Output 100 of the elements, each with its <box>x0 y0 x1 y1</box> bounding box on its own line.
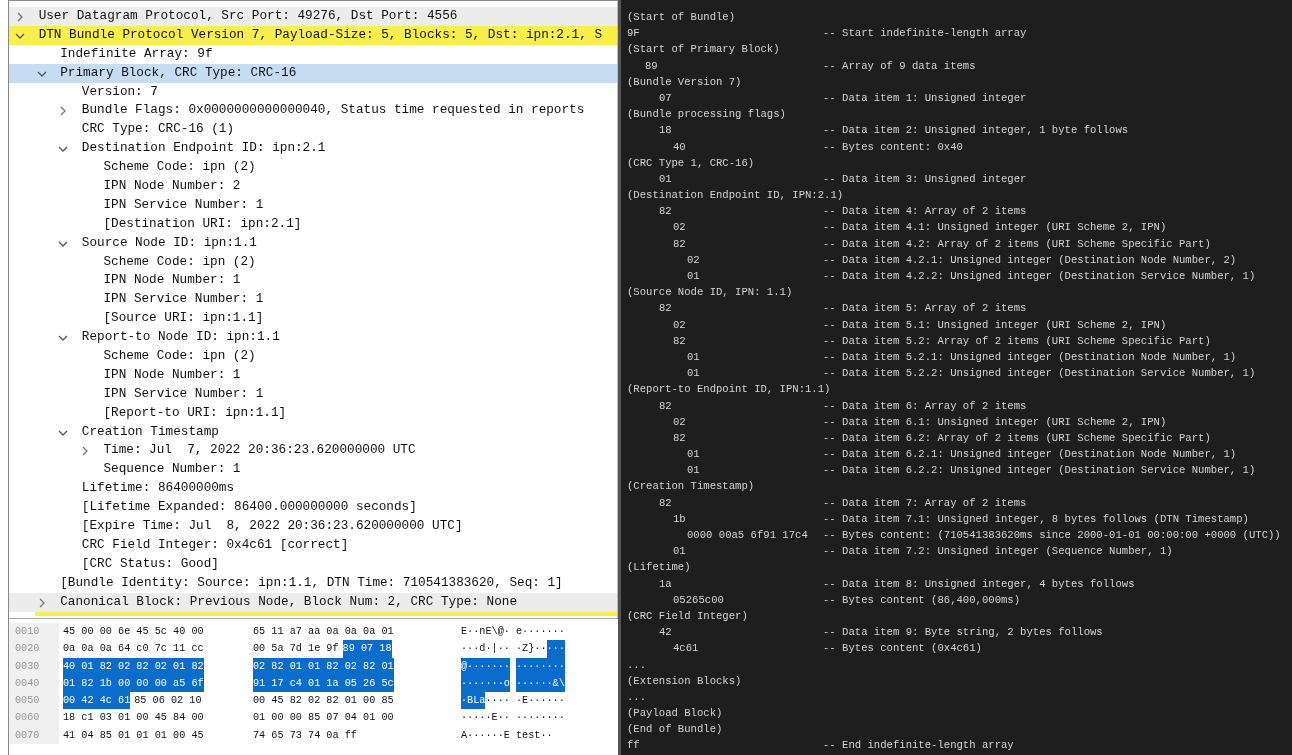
hex-code: 89 <box>645 59 658 72</box>
tree-item-text: CRC Field Integer: 0x4c61 [correct] <box>81 536 349 552</box>
tree-item-text: DTN Bundle Protocol Version 7, Payload-Size: 5, Blocks: 5, Dst: ipn:2.1, S <box>38 26 603 42</box>
tree-row[interactable]: Primary Block, CRC Type: CRC-16 <box>9 63 617 83</box>
hex-code: ff <box>627 739 640 752</box>
tree-row[interactable]: Indefinite Array: 9f <box>9 44 617 64</box>
hex-code: 82 <box>673 334 686 347</box>
tree-item-text: Canonical Block: Previous Node, Block Num: 2, CRC Type: None <box>60 593 518 609</box>
section-heading: ... <box>627 657 647 673</box>
code-comment: -- Data item 4.1: Unsigned integer (URI Scheme 2, IPN) <box>823 220 1167 236</box>
hex-code: 82 <box>659 205 672 218</box>
code-comment: -- Data item 4.2.1: Unsigned integer (Destination Node Number, 2) <box>823 252 1237 268</box>
code-comment: -- Data item 6.1: Unsigned integer (URI Scheme 2, IPN) <box>823 414 1167 430</box>
hex-code: 01 <box>687 448 700 461</box>
code-comment: -- Data item 9: Byte string, 2 bytes follows <box>823 625 1103 641</box>
hex-code: 9F <box>627 27 640 40</box>
tree-row[interactable]: Report-to Node ID: ipn:1.1 <box>9 328 617 348</box>
tree-item-text: User Datagram Protocol, Src Port: 49276, Dst Port: 4556 <box>38 8 458 23</box>
hex-code: 02 <box>673 221 686 234</box>
tree-item-text: IPN Service Number: 1 <box>103 196 264 212</box>
tree-row[interactable]: Sequence Number: 1 <box>9 460 617 480</box>
code-comment: -- Data item 3: Unsigned integer <box>823 171 1027 187</box>
tree-item-text: Sequence Number: 1 <box>103 461 241 477</box>
section-heading: (Extension Blocks) <box>627 673 742 689</box>
hex-code: 4c61 <box>673 642 699 655</box>
section-heading: (Creation Timestamp) <box>627 479 755 495</box>
code-comment: -- Data item 8: Unsigned integer, 4 bytes follows <box>823 576 1135 592</box>
tree-row[interactable]: IPN Node Number: 1 <box>9 271 617 291</box>
ascii-text: A······E <box>461 728 510 743</box>
tree-row[interactable]: IPN Service Number: 1 <box>9 384 617 404</box>
section-heading: (Bundle processing flags) <box>627 107 786 123</box>
hex-code: 40 <box>673 140 686 153</box>
hex-code: 01 <box>659 172 672 185</box>
tree-row[interactable]: [Report-to URI: ipn:1.1] <box>9 403 617 423</box>
hex-code: 18 <box>659 124 672 137</box>
hex-bytes: 00 5a 7d 1e 9f <box>253 642 339 657</box>
section-heading: (Destination Endpoint ID, IPN:2.1) <box>627 188 844 204</box>
byte-offset: 0060 <box>9 709 59 727</box>
code-comment: -- Data item 7.1: Unsigned integer, 8 bytes follows (DTN Timestamp) <box>823 511 1249 527</box>
tree-row[interactable]: Scheme Code: ipn (2) <box>9 158 617 177</box>
code-comment: -- Data item 7.2: Unsigned integer (Sequence Number, 1) <box>823 544 1173 560</box>
code-comment: -- Start indefinite-length array <box>823 26 1027 42</box>
ascii-text: ··· <box>546 640 565 658</box>
tree-item-text: Time: Jul 7, 2022 20:36:23.620000000 UTC <box>103 442 416 458</box>
tree-row[interactable]: IPN Node Number: 2 <box>9 177 617 196</box>
tree-row[interactable]: Canonical Block: Previous Node, Block Num: 2, CRC Type: None <box>9 592 617 612</box>
hex-code: 02 <box>673 415 686 428</box>
tree-item-text: Destination Endpoint ID: ipn:2.1 <box>81 140 326 156</box>
tree-item-text: Report-to Node ID: ipn:1.1 <box>81 329 280 345</box>
tree-item-text: Bundle Flags: 0x0000000000000040, Status time requested in reports <box>81 102 585 118</box>
tree-row[interactable]: [Source URI: ipn:1.1] <box>9 309 617 329</box>
tree-item-text: Scheme Code: ipn (2) <box>103 159 256 175</box>
tree-row[interactable]: [CRC Status: Good] <box>9 554 617 574</box>
tree-row[interactable]: IPN Service Number: 1 <box>9 195 617 215</box>
chevron-right-icon[interactable] <box>15 12 25 22</box>
tree-row[interactable]: Destination Endpoint ID: ipn:2.1 <box>9 139 617 159</box>
tree-row[interactable]: [Destination URI: ipn:2.1] <box>9 214 617 234</box>
hex-bytes: 45 00 00 6e 45 5c 40 00 <box>63 625 204 639</box>
tree-row[interactable]: IPN Service Number: 1 <box>9 290 617 310</box>
tree-row[interactable]: Version: 7 <box>9 82 617 102</box>
ascii-text: E··nE\@· <box>461 625 510 639</box>
tree-row[interactable]: Scheme Code: ipn (2) <box>9 252 617 272</box>
section-heading: (Bundle Version 7) <box>627 74 742 90</box>
code-comment: -- Array of 9 data items <box>823 58 976 74</box>
tree-row[interactable]: Bundle Flags: 0x0000000000000040, Status time requested in reports <box>9 101 617 121</box>
ascii-text: ·····E·· <box>461 711 510 726</box>
hex-bytes: 18 c1 03 01 00 45 84 00 <box>63 711 204 726</box>
hex-code: 82 <box>673 431 686 444</box>
tree-item-text: CRC Type: CRC-16 (1) <box>81 121 235 137</box>
ascii-text: @······· <box>461 657 510 675</box>
tree-item-text: Source Node ID: ipn:1.1 <box>81 234 257 250</box>
tree-row[interactable]: Source Node ID: ipn:1.1 <box>9 233 617 253</box>
tree-row[interactable]: Scheme Code: ipn (2) <box>9 347 617 366</box>
hex-code: 42 <box>659 626 672 639</box>
tree-row[interactable]: Lifetime: 86400000ms <box>9 479 617 499</box>
ascii-text: ···· <box>485 694 510 709</box>
tree-row[interactable]: CRC Field Integer: 0x4c61 [correct] <box>9 535 617 555</box>
tree-row[interactable]: Creation Timestamp <box>9 422 617 442</box>
hex-bytes: 41 04 85 01 01 01 00 45 <box>63 728 204 743</box>
hex-code: 82 <box>659 302 672 315</box>
tree-row[interactable]: CRC Type: CRC-16 (1) <box>9 120 617 140</box>
tree-row[interactable]: Time: Jul 7, 2022 20:36:23.620000000 UTC <box>9 441 617 461</box>
byte-offset: 0020 <box>9 640 59 658</box>
hex-bytes: 02 82 01 01 82 02 82 01 <box>253 657 394 675</box>
section-heading: (Source Node ID, IPN: 1.1) <box>627 285 793 301</box>
code-comment: -- Data item 5.2.1: Unsigned integer (Destination Node Number, 1) <box>823 349 1237 365</box>
code-comment: -- Data item 5.2: Array of 2 items (URI Scheme Specific Part) <box>823 333 1211 349</box>
section-heading: ... <box>627 689 647 705</box>
tree-row[interactable]: [Expire Time: Jul 8, 2022 20:36:23.620000000 UTC] <box>9 517 617 536</box>
hex-code: 01 <box>673 545 686 558</box>
hex-bytes: 01 00 00 85 07 04 01 00 <box>253 711 394 726</box>
tree-item-text: Scheme Code: ipn (2) <box>103 348 256 364</box>
tree-row[interactable]: [Bundle Identity: Source: ipn:1.1, DTN Time: 710541383620, Seq: 1] <box>9 573 617 593</box>
hex-bytes: 85 06 02 10 <box>134 694 202 709</box>
tree-row[interactable]: IPN Node Number: 1 <box>9 365 617 385</box>
tree-row[interactable]: [Lifetime Expanded: 86400.000000000 seconds] <box>9 498 617 518</box>
ascii-text: ········ <box>515 657 565 675</box>
hex-bytes: 40 01 82 02 82 02 01 82 <box>63 657 204 675</box>
hex-bytes: 00 42 4c 61 <box>63 692 131 710</box>
tree-row[interactable]: User Datagram Protocol, Src Port: 49276, Dst Port: 4556 <box>9 7 617 26</box>
